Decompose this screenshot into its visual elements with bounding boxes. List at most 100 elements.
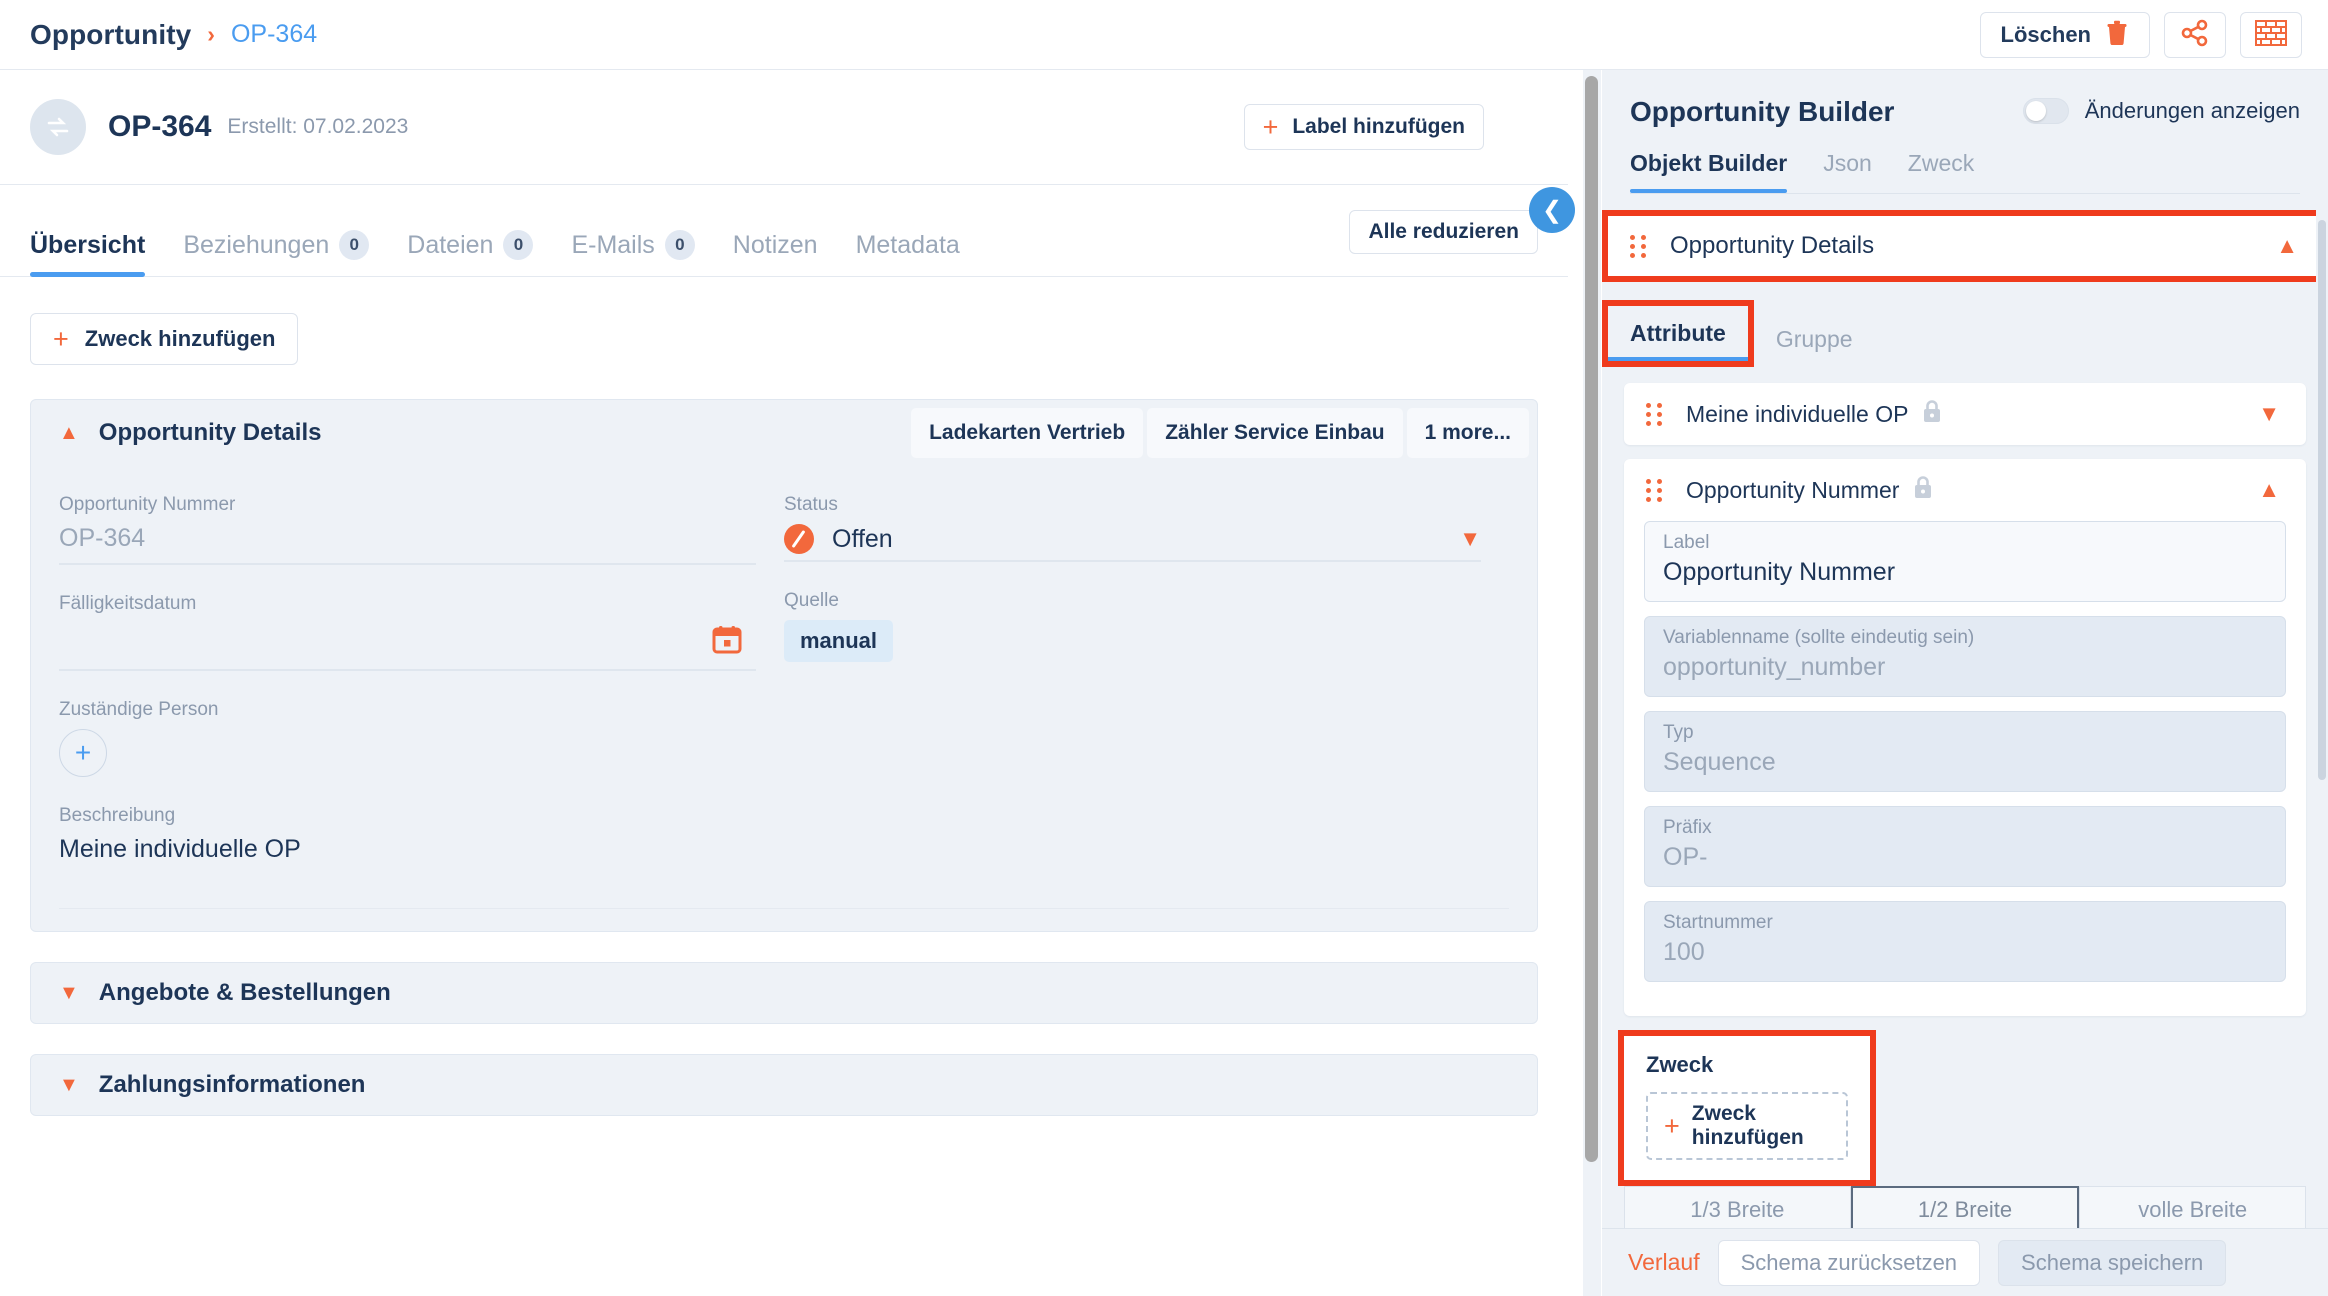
record-created-date: Erstellt: 07.02.2023	[227, 115, 409, 138]
width-option-full[interactable]: volle Breite	[2079, 1186, 2307, 1234]
show-changes-toggle[interactable]	[2022, 98, 2069, 124]
chip-zaehler[interactable]: Zähler Service Einbau	[1147, 408, 1403, 458]
chevron-down-icon[interactable]: ▼	[2258, 401, 2280, 427]
tab-uebersicht[interactable]: Übersicht	[30, 231, 146, 277]
field-label: Variablenname (sollte eindeutig sein)	[1663, 627, 1975, 648]
record-tabs: Übersicht Beziehungen 0 Dateien 0 E-Mail…	[0, 185, 1568, 277]
tab-label: Metadata	[855, 231, 960, 259]
tab-label: E-Mails	[571, 230, 655, 259]
builder-scrollbar-thumb[interactable]	[2318, 220, 2326, 780]
field-label: Label	[1663, 532, 1710, 553]
field-typ-input[interactable]: Typ Sequence	[1644, 711, 2286, 792]
attribute-card: Opportunity Nummer ▲ Label Opportunity N…	[1624, 459, 2306, 1016]
collapse-all-button[interactable]: Alle reduzieren	[1349, 210, 1538, 254]
field-value: Sequence	[1663, 748, 1776, 776]
tab-zweck[interactable]: Zweck	[1908, 150, 1974, 193]
builder-section-title: Opportunity Details	[1670, 232, 1875, 259]
field-faelligkeitsdatum: Fälligkeitsdatum	[59, 565, 784, 671]
field-label: Zuständige Person	[59, 699, 219, 720]
attribute-header[interactable]: Meine individuelle OP ▼	[1624, 383, 2306, 445]
field-variablenname-input[interactable]: Variablenname (sollte eindeutig sein) op…	[1644, 616, 2286, 697]
delete-button-label: Löschen	[2000, 22, 2091, 47]
builder-footer: Verlauf Schema zurücksetzen Schema speic…	[1602, 1228, 2328, 1296]
tab-dateien[interactable]: Dateien 0	[407, 230, 534, 276]
chevron-up-icon[interactable]: ▲	[2258, 477, 2280, 503]
field-beschreibung: Beschreibung Meine individuelle OP	[31, 777, 1537, 874]
delete-button[interactable]: Löschen	[1979, 12, 2150, 58]
tab-emails[interactable]: E-Mails 0	[571, 230, 695, 276]
field-label: Präfix	[1663, 817, 1712, 838]
show-changes-label: Änderungen anzeigen	[2084, 98, 2300, 123]
field-value: opportunity_number	[1663, 653, 1886, 681]
status-icon	[784, 524, 814, 554]
tab-label: Json	[1823, 150, 1872, 176]
drag-handle-icon[interactable]	[1630, 234, 1648, 258]
chip-ladekarten[interactable]: Ladekarten Vertrieb	[911, 408, 1144, 458]
reset-schema-button[interactable]: Schema zurücksetzen	[1717, 1239, 1981, 1286]
breadcrumb-root[interactable]: Opportunity	[30, 19, 191, 51]
share-button[interactable]	[2164, 12, 2226, 58]
section-zahlungsinformationen[interactable]: ▼ Zahlungsinformationen	[30, 1054, 1538, 1116]
chevron-down-icon: ▼	[59, 981, 79, 1004]
field-startnummer-input[interactable]: Startnummer 100	[1644, 901, 2286, 982]
add-label-button[interactable]: + Label hinzufügen	[1243, 104, 1484, 150]
field-value[interactable]: OP-364	[59, 524, 756, 563]
bricks-button[interactable]	[2240, 12, 2302, 58]
breadcrumb-current[interactable]: OP-364	[231, 20, 317, 49]
sub-tab-gruppe[interactable]: Gruppe	[1754, 312, 1875, 367]
record-title: OP-364	[108, 110, 212, 143]
tab-label: Zweck	[1907, 150, 1975, 176]
highlight-section-header: Opportunity Details ▲	[1602, 210, 2328, 282]
width-segmented-control: 1/3 Breite 1/2 Breite volle Breite	[1624, 1186, 2307, 1234]
tab-label: Beziehungen	[183, 230, 330, 259]
tab-objekt-builder[interactable]: Objekt Builder	[1630, 150, 1788, 193]
status-select[interactable]: Offen ▼	[784, 524, 1481, 560]
breadcrumb-separator-icon: ›	[207, 21, 215, 47]
drag-handle-icon[interactable]	[1646, 402, 1664, 426]
section-title: Opportunity Details	[98, 419, 322, 446]
left-pane-scrollbar-thumb[interactable]	[1585, 76, 1598, 1162]
save-schema-button[interactable]: Schema speichern	[1998, 1239, 2227, 1286]
sub-tab-label: Gruppe	[1775, 326, 1853, 352]
section-angebote-bestellungen[interactable]: ▼ Angebote & Bestellungen	[30, 962, 1538, 1024]
collapse-pane-button[interactable]: ❮	[1529, 187, 1575, 233]
width-option-third[interactable]: 1/3 Breite	[1624, 1186, 1851, 1234]
width-option-half[interactable]: 1/2 Breite	[1850, 1186, 2080, 1234]
add-purpose-button[interactable]: + Zweck hinzufügen	[30, 313, 299, 365]
section-header[interactable]: ▲ Opportunity Details Ladekarten Vertrie…	[31, 400, 1537, 466]
chevron-down-icon: ▼	[59, 1073, 79, 1096]
field-praefix-input[interactable]: Präfix OP-	[1644, 806, 2286, 887]
section-title: Angebote & Bestellungen	[98, 979, 391, 1006]
zweck-title: Zweck	[1646, 1052, 1714, 1077]
add-zweck-button[interactable]: + Zweck hinzufügen	[1646, 1092, 1848, 1160]
field-label-input[interactable]: Label Opportunity Nummer	[1644, 521, 2286, 602]
attribute-name: Meine individuelle OP	[1686, 400, 1909, 427]
drag-handle-icon[interactable]	[1646, 478, 1664, 502]
tab-label: Objekt Builder	[1630, 150, 1788, 176]
attribute-body: Label Opportunity Nummer Variablenname (…	[1624, 521, 2306, 1016]
breadcrumb: Opportunity › OP-364	[0, 19, 317, 51]
tab-notizen[interactable]: Notizen	[733, 231, 818, 276]
show-changes-toggle-wrap: Änderungen anzeigen	[2022, 98, 2300, 124]
tab-badge: 0	[339, 230, 370, 260]
plus-icon: +	[1664, 1110, 1680, 1141]
tab-metadata[interactable]: Metadata	[856, 231, 960, 276]
builder-section-header[interactable]: Opportunity Details ▲	[1608, 216, 2322, 276]
field-value[interactable]: Meine individuelle OP	[59, 835, 1509, 874]
history-link[interactable]: Verlauf	[1628, 1249, 1700, 1276]
opportunity-builder-panel: Opportunity Builder Änderungen anzeigen …	[1602, 70, 2328, 1296]
attribute-name: Opportunity Nummer	[1686, 476, 1900, 503]
reset-schema-label: Schema zurücksetzen	[1740, 1249, 1958, 1275]
top-bar: Opportunity › OP-364 Löschen	[0, 0, 2328, 70]
add-person-button[interactable]: +	[59, 729, 107, 777]
attribute-header[interactable]: Opportunity Nummer ▲	[1624, 459, 2306, 521]
chevron-down-icon: ▼	[1459, 526, 1481, 551]
chip-more[interactable]: 1 more...	[1406, 408, 1529, 458]
add-label-button-label: Label hinzufügen	[1292, 115, 1465, 138]
tab-beziehungen[interactable]: Beziehungen 0	[183, 230, 370, 276]
sub-tab-attribute[interactable]: Attribute	[1608, 306, 1748, 361]
calendar-icon[interactable]	[712, 625, 742, 660]
tab-json[interactable]: Json	[1823, 150, 1872, 193]
chevron-up-icon[interactable]: ▲	[2276, 233, 2298, 259]
add-purpose-button-label: Zweck hinzufügen	[84, 326, 276, 351]
